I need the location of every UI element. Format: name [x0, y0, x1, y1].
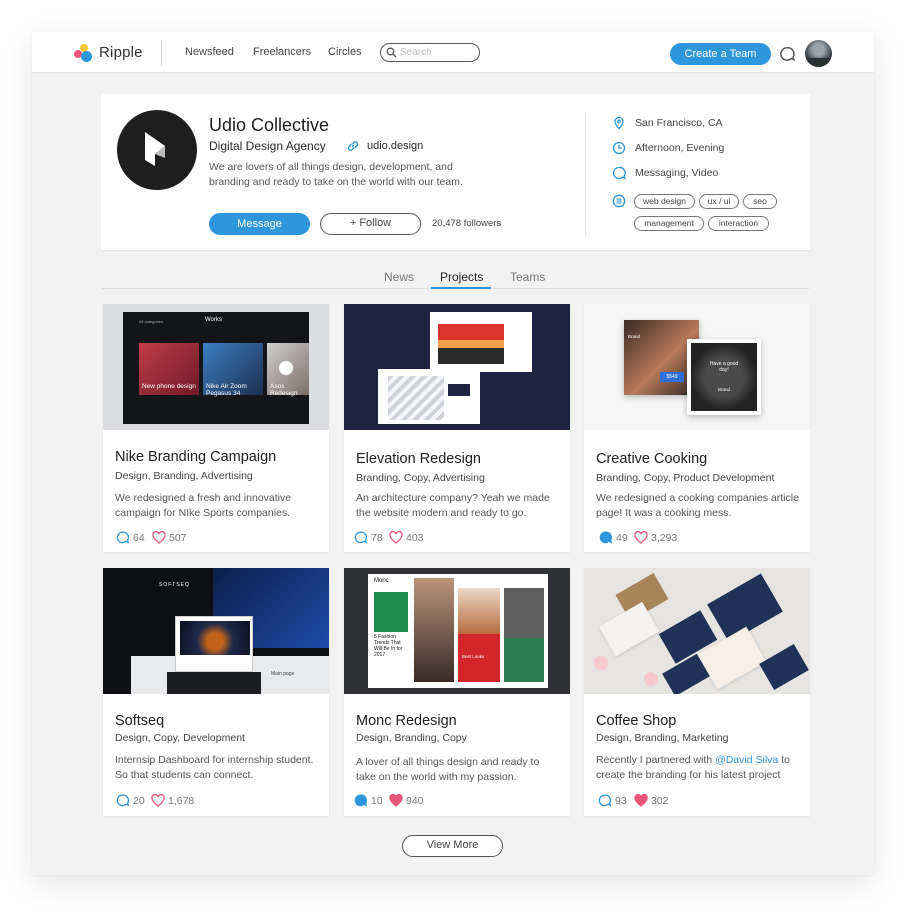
app-name[interactable]: Ripple: [99, 44, 143, 61]
tag-management[interactable]: management: [634, 216, 704, 231]
comment-icon: [598, 794, 611, 807]
profile-subtitle: Digital Design Agency: [209, 139, 326, 153]
message-button[interactable]: Message: [209, 213, 310, 235]
project-description: Recently I partnered with @David Silva t…: [596, 754, 790, 781]
nav-link-freelancers[interactable]: Freelancers: [253, 46, 311, 58]
project-description: We redesigned a fresh and innovative cam…: [115, 492, 292, 519]
project-card-monc[interactable]: Monc 5 Fashion Trends That Will Be In fo…: [344, 568, 570, 816]
project-title: Monc Redesign: [356, 713, 457, 729]
profile-website-link[interactable]: udio.design: [367, 140, 423, 152]
location-pin-icon: [614, 116, 624, 130]
profile-divider: [585, 112, 586, 236]
project-description: A lover of all things design and ready t…: [356, 756, 540, 783]
location-text: San Francisco, CA: [635, 117, 723, 129]
view-more-button[interactable]: View More: [402, 835, 503, 857]
project-thumbnail: [584, 568, 810, 694]
follow-button[interactable]: + Follow: [320, 213, 421, 235]
project-tags: Branding, Copy, Product Development: [596, 472, 775, 484]
project-tags: Design, Branding, Copy: [356, 732, 467, 744]
project-title: Nike Branding Campaign: [115, 449, 277, 465]
project-tags: Design, Branding, Advertising: [115, 470, 253, 482]
chat-bubble-icon[interactable]: [779, 46, 795, 62]
project-description: An architecture company? Yeah we made th…: [356, 492, 550, 519]
project-description: We redesigned a cooking companies articl…: [596, 492, 799, 519]
followers-count: 20,478 followers: [432, 218, 502, 229]
project-card-coffee-shop[interactable]: Coffee Shop Design, Branding, Marketing …: [584, 568, 810, 816]
app-window: Ripple Newsfeed Freelancers Circles Crea…: [32, 32, 874, 875]
search-input[interactable]: [400, 45, 474, 59]
project-thumbnail: Brand $549 Have a good day! Brand: [584, 304, 810, 430]
chat-bubble-icon: [612, 166, 626, 180]
comment-icon: [354, 531, 367, 544]
tab-teams[interactable]: Teams: [510, 270, 545, 284]
heart-icon: [634, 794, 648, 807]
agency-logo: [117, 110, 197, 190]
heart-icon: [634, 531, 648, 544]
search-icon: [386, 47, 397, 58]
project-thumbnail: All categories Works New phone design Ni…: [103, 304, 329, 430]
contact-text: Messaging, Video: [635, 167, 719, 179]
comment-icon: [354, 794, 367, 807]
project-thumbnail: Monc 5 Fashion Trends That Will Be In fo…: [344, 568, 570, 694]
comment-icon: [116, 794, 129, 807]
project-tags: Branding, Copy, Advertising: [356, 472, 485, 484]
nav-link-newsfeed[interactable]: Newsfeed: [185, 46, 234, 58]
project-tags: Design, Branding, Marketing: [596, 732, 729, 744]
availability-text: Afternoon, Evening: [635, 142, 725, 154]
heart-icon: [152, 531, 166, 544]
create-team-button[interactable]: Create a Team: [670, 43, 771, 65]
project-card-elevation[interactable]: Elevation Redesign Branding, Copy, Adver…: [344, 304, 570, 552]
project-title: Creative Cooking: [596, 451, 708, 467]
nav-divider: [161, 40, 162, 66]
tag-ux-ui[interactable]: ux / ui: [699, 194, 739, 209]
heart-icon: [389, 794, 403, 807]
link-icon: [347, 141, 359, 151]
project-tags: Design, Copy, Development: [115, 732, 245, 744]
heart-icon: [151, 794, 165, 807]
active-tab-indicator: [431, 287, 491, 289]
project-card-softseq[interactable]: SOFTSEQ Main page Softseq Design, Copy, …: [103, 568, 329, 816]
project-card-nike[interactable]: All categories Works New phone design Ni…: [103, 304, 329, 552]
profile-name: Udio Collective: [209, 115, 330, 135]
project-title: Coffee Shop: [596, 713, 677, 729]
ripple-logo-icon[interactable]: [74, 43, 94, 63]
profile-description: We are lovers of all things design, deve…: [209, 161, 463, 188]
user-mention-link[interactable]: @David Silva: [715, 754, 778, 766]
project-thumbnail: [344, 304, 570, 430]
project-title: Elevation Redesign: [356, 451, 481, 467]
comment-icon: [116, 531, 129, 544]
tag-seo[interactable]: seo: [743, 194, 777, 209]
top-nav-bar: Ripple Newsfeed Freelancers Circles Crea…: [32, 32, 874, 73]
comment-icon: [599, 531, 612, 544]
project-thumbnail: SOFTSEQ Main page: [103, 568, 329, 694]
heart-icon: [389, 531, 403, 544]
search-box[interactable]: [380, 43, 480, 62]
list-icon: [612, 194, 626, 208]
profile-card: Udio Collective Digital Design Agency ud…: [101, 94, 810, 250]
tag-web-design[interactable]: web design: [634, 194, 695, 209]
tab-projects[interactable]: Projects: [440, 270, 483, 284]
nav-link-circles[interactable]: Circles: [328, 46, 362, 58]
agency-logo-icon: [145, 132, 165, 166]
project-title: Softseq: [115, 713, 165, 729]
tab-news[interactable]: News: [384, 270, 414, 284]
project-card-creative-cooking[interactable]: Brand $549 Have a good day! Brand Creati…: [584, 304, 810, 552]
clock-icon: [612, 141, 626, 155]
tag-interaction[interactable]: interaction: [708, 216, 769, 231]
user-avatar[interactable]: [805, 40, 832, 67]
project-description: Internsip Dashboard for internship stude…: [115, 754, 314, 781]
